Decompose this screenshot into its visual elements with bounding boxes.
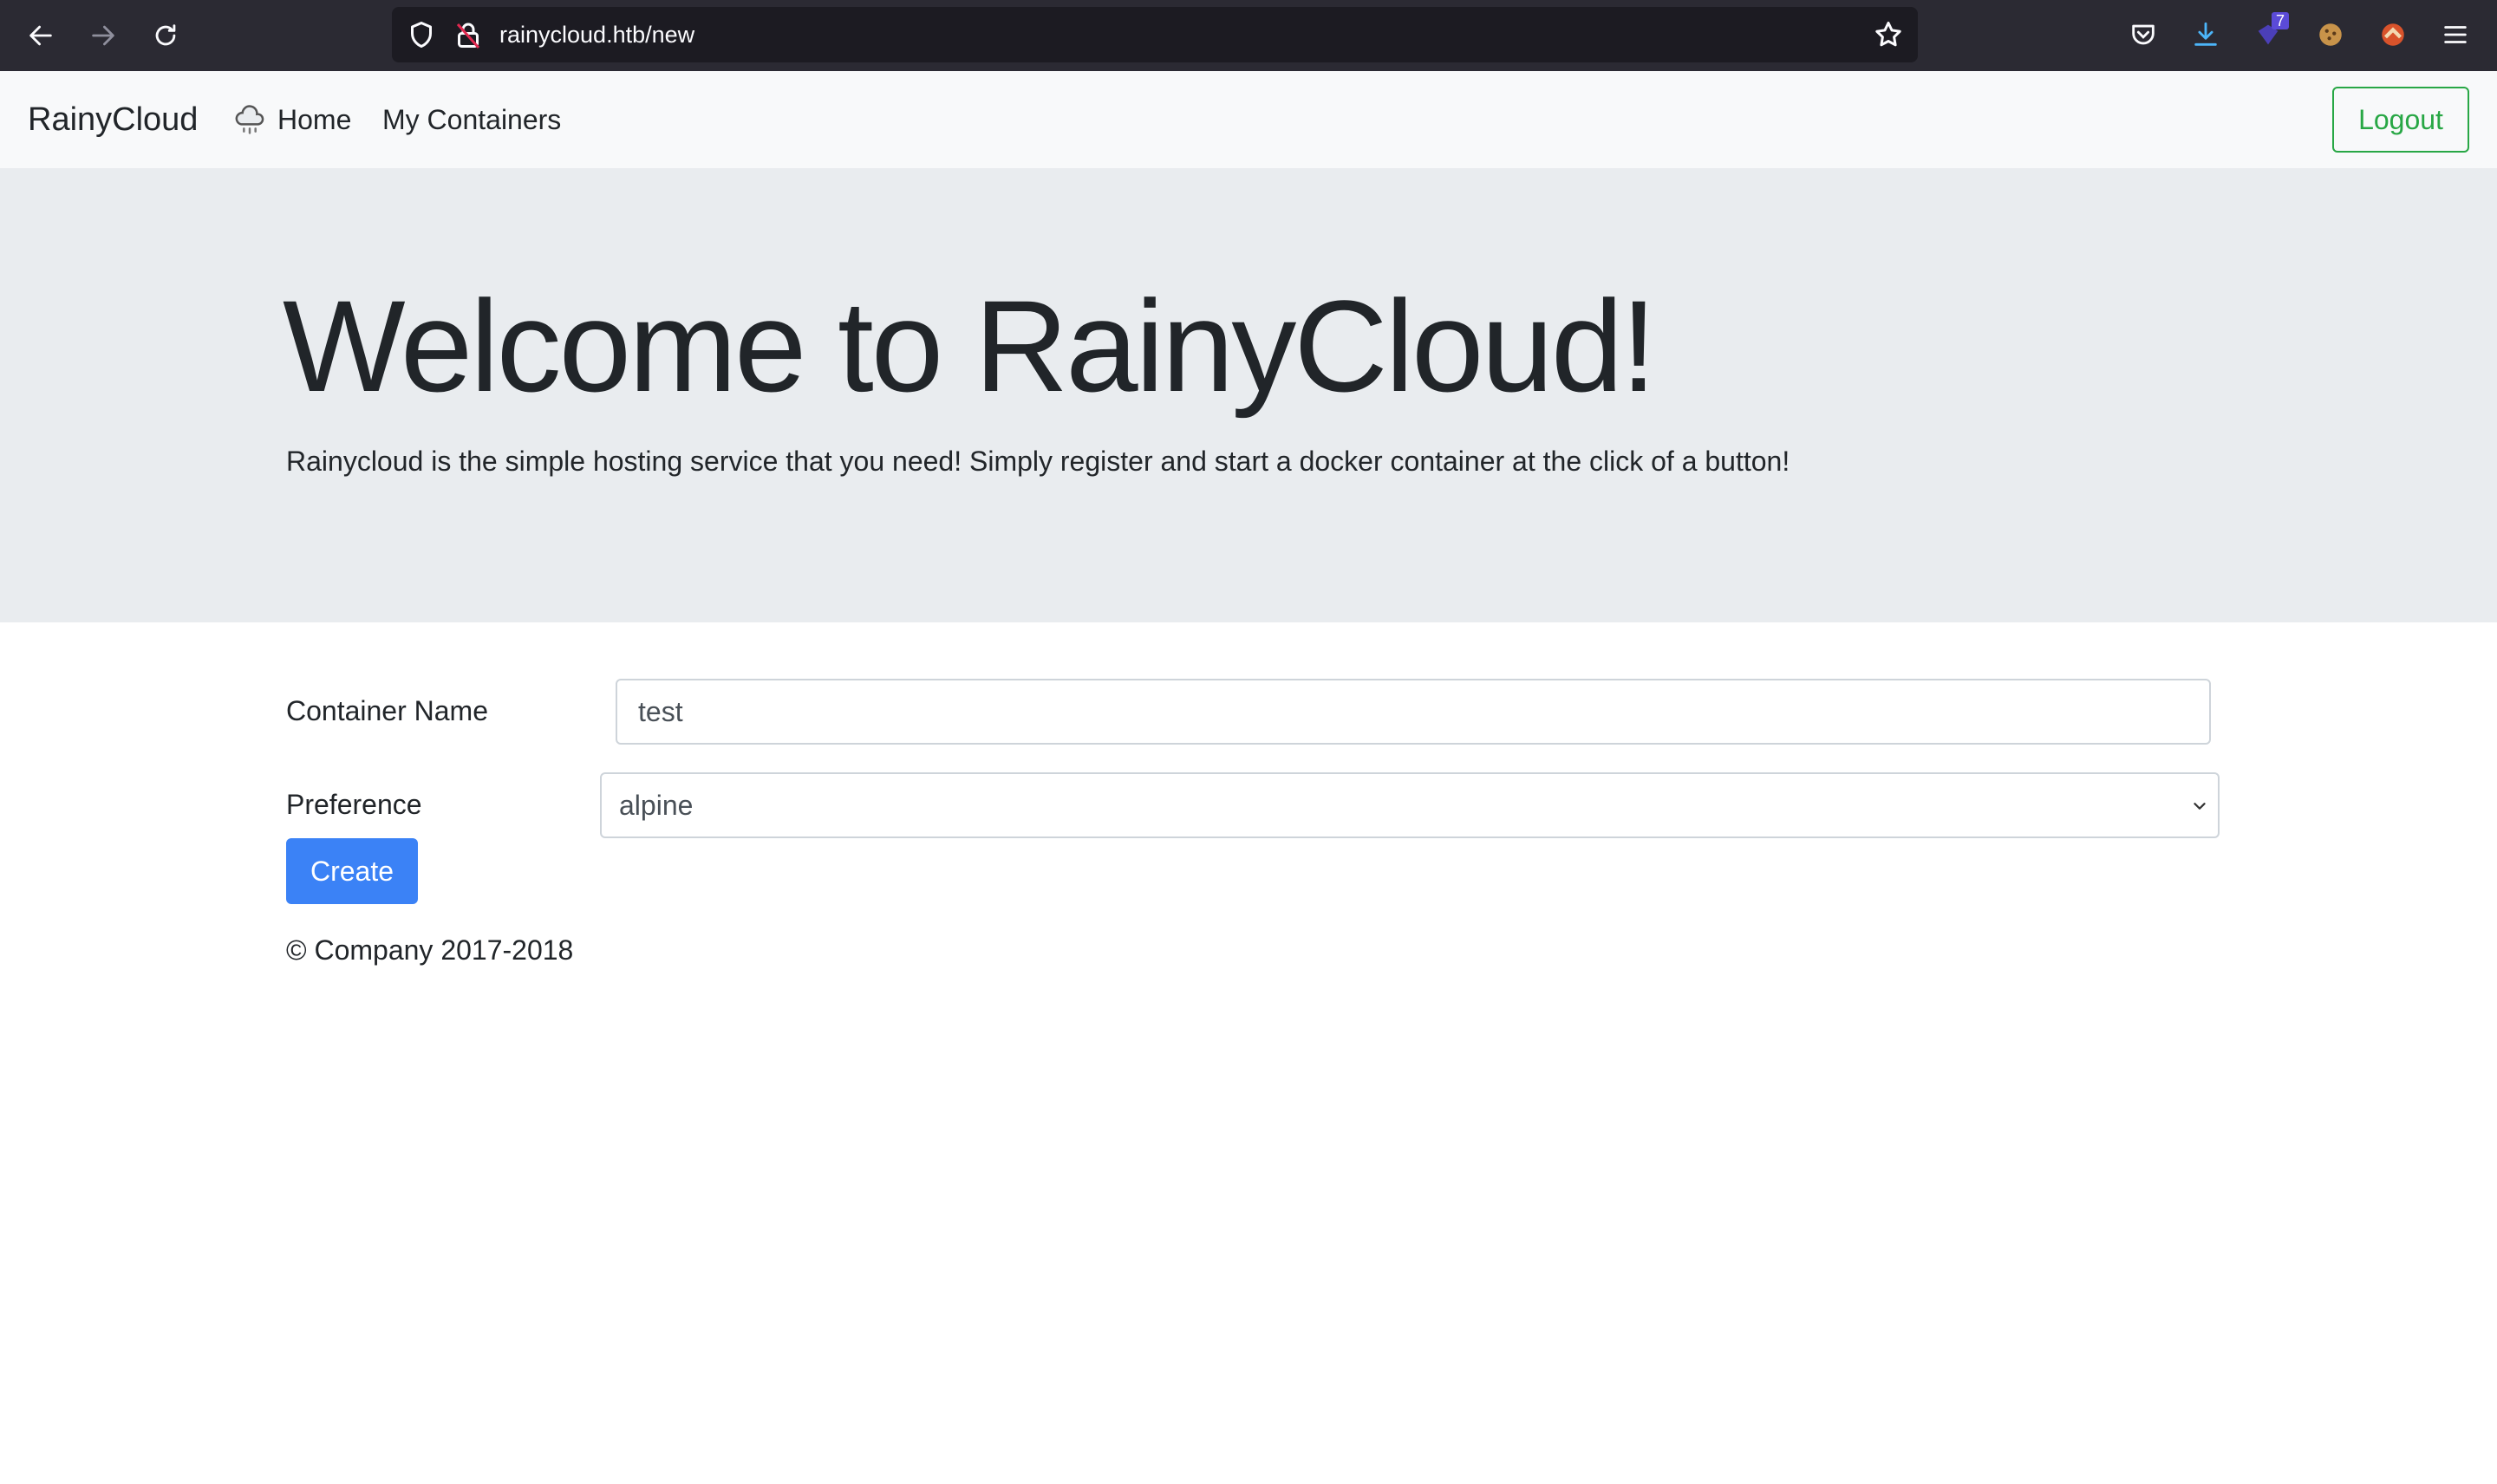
extension-button[interactable]: 7 <box>2251 12 2289 52</box>
arrow-left-icon <box>29 25 52 46</box>
preference-selected-value: alpine <box>619 790 694 821</box>
nav-link-my-containers[interactable]: My Containers <box>382 71 561 168</box>
preference-label: Preference <box>286 789 422 820</box>
arrow-right-icon <box>92 25 114 46</box>
hero-lead: Rainycloud is the simple hosting service… <box>286 446 1790 477</box>
bookmark-star-icon[interactable] <box>1873 19 1904 50</box>
extension-badge: 7 <box>2272 12 2289 29</box>
footer-copyright: © Company 2017-2018 <box>286 934 574 966</box>
container-name-label: Container Name <box>286 695 488 726</box>
menu-button[interactable] <box>2438 17 2473 52</box>
create-button[interactable]: Create <box>286 838 418 904</box>
rain-cloud-icon <box>235 105 264 134</box>
back-button[interactable] <box>23 17 59 54</box>
browser-toolbar: rainycloud.htb/new 7 <box>0 0 2497 71</box>
reload-button[interactable] <box>147 17 184 54</box>
insecure-lock-icon[interactable] <box>453 19 484 50</box>
downloads-button[interactable] <box>2188 17 2223 52</box>
chevron-down-icon <box>2194 803 2206 810</box>
cookie-extension-button[interactable] <box>2313 17 2348 52</box>
extension-fox-button[interactable] <box>2376 17 2410 52</box>
forward-button[interactable] <box>85 17 121 54</box>
logout-button[interactable]: Logout <box>2332 87 2469 153</box>
brand-link[interactable]: RainyCloud <box>28 71 198 168</box>
shield-icon[interactable] <box>406 19 437 50</box>
url-bar[interactable]: rainycloud.htb/new <box>392 7 1918 62</box>
hero-title: Welcome to RainyCloud! <box>283 273 1657 419</box>
hero-jumbotron: Welcome to RainyCloud! Rainycloud is the… <box>0 168 2497 622</box>
preference-select[interactable]: alpine <box>600 772 2220 838</box>
site-navbar: RainyCloud Home My Containers Logout <box>0 71 2497 168</box>
reload-icon <box>155 24 176 46</box>
pocket-icon <box>2132 24 2155 45</box>
fox-extension-icon <box>2382 23 2404 46</box>
pocket-button[interactable] <box>2126 17 2161 52</box>
download-icon <box>2194 22 2217 46</box>
nav-link-home[interactable]: Home <box>277 71 351 168</box>
hamburger-menu-icon <box>2444 26 2467 43</box>
cookie-icon <box>2319 23 2342 46</box>
container-name-input[interactable] <box>616 679 2211 745</box>
url-text[interactable]: rainycloud.htb/new <box>499 7 694 62</box>
